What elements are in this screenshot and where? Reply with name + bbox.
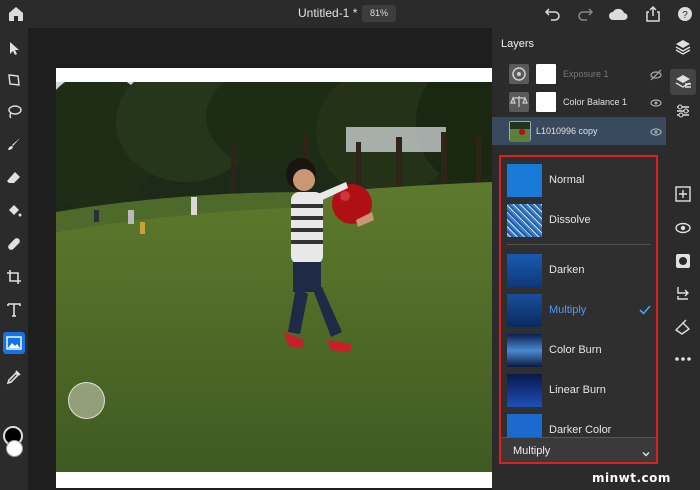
transform-icon[interactable] xyxy=(3,69,25,91)
blend-option-label: Darker Color xyxy=(549,424,612,436)
background-color-swatch[interactable] xyxy=(6,440,23,457)
blend-option-label: Linear Burn xyxy=(549,384,606,396)
blend-preview-thumbnail xyxy=(507,374,542,407)
share-icon[interactable] xyxy=(644,5,662,23)
watermark: minwt.com xyxy=(592,471,671,485)
photo-thumbnail xyxy=(509,121,531,142)
help-icon[interactable]: ? xyxy=(676,5,694,23)
blend-option-color-burn[interactable]: Color Burn xyxy=(501,331,656,369)
brush-cursor xyxy=(68,382,105,419)
blend-option-dissolve[interactable]: Dissolve xyxy=(501,201,656,239)
undo-icon[interactable] xyxy=(544,5,562,23)
blend-option-normal[interactable]: Normal xyxy=(501,161,656,199)
blend-option-label: Color Burn xyxy=(549,344,602,356)
layer-row-color-balance[interactable]: Color Balance 1 xyxy=(492,88,666,116)
checkmark-icon xyxy=(639,303,651,315)
eyedropper-icon[interactable] xyxy=(3,366,25,388)
home-icon[interactable] xyxy=(6,4,26,24)
blend-mode-menu: Normal Dissolve Darken Multiply Color Bu… xyxy=(499,155,658,463)
fill-icon[interactable] xyxy=(674,318,692,336)
blend-option-multiply[interactable]: Multiply xyxy=(501,291,656,329)
layer-row-exposure[interactable]: Exposure 1 xyxy=(492,60,666,88)
visibility-icon[interactable] xyxy=(650,96,662,108)
blend-option-linear-burn[interactable]: Linear Burn xyxy=(501,371,656,409)
brush-icon[interactable] xyxy=(3,133,25,155)
paint-bucket-icon[interactable] xyxy=(3,200,25,222)
more-icon[interactable] xyxy=(674,350,692,368)
left-toolbar xyxy=(0,28,28,490)
canvas-photo[interactable] xyxy=(56,82,492,472)
blend-preview-thumbnail xyxy=(507,204,542,237)
visibility-icon[interactable] xyxy=(650,125,662,137)
blend-preview-thumbnail xyxy=(507,164,542,197)
blend-option-label: Normal xyxy=(549,174,585,186)
layer-properties-icon[interactable] xyxy=(670,69,696,95)
add-layer-icon[interactable] xyxy=(674,185,692,203)
layer-mask-thumbnail xyxy=(536,64,556,84)
visibility-icon[interactable] xyxy=(674,219,692,237)
place-image-icon[interactable] xyxy=(3,332,25,354)
blend-preview-thumbnail xyxy=(507,294,542,327)
visibility-hidden-icon[interactable] xyxy=(650,68,662,81)
exposure-icon xyxy=(509,64,529,84)
layers-icon[interactable] xyxy=(674,38,692,56)
type-icon[interactable] xyxy=(3,299,25,321)
chevron-down-icon xyxy=(641,446,651,457)
top-bar: Untitled-1 * 81% ? xyxy=(0,0,700,28)
zoom-level[interactable]: 81% xyxy=(362,5,396,22)
crop-icon[interactable] xyxy=(3,266,25,288)
layer-mask-thumbnail xyxy=(536,92,556,112)
menu-divider xyxy=(507,244,650,245)
redo-icon[interactable] xyxy=(576,5,594,23)
mask-icon[interactable] xyxy=(674,252,692,270)
blend-preview-thumbnail xyxy=(507,254,542,287)
layer-name: Color Balance 1 xyxy=(563,97,628,107)
document-title[interactable]: Untitled-1 * xyxy=(298,6,357,20)
healing-brush-icon[interactable] xyxy=(3,233,25,255)
right-rail xyxy=(666,28,700,490)
layers-panel-title: Layers xyxy=(501,38,535,50)
cloud-icon[interactable] xyxy=(607,5,629,23)
adjustments-icon[interactable] xyxy=(674,102,692,120)
lasso-icon[interactable] xyxy=(3,101,25,123)
layer-row-photo[interactable]: L1010996 copy xyxy=(492,117,666,145)
blend-option-label: Darken xyxy=(549,264,585,276)
blend-mode-dropdown[interactable]: Multiply xyxy=(499,437,658,464)
layer-name: L1010996 copy xyxy=(536,126,598,136)
blend-option-label: Dissolve xyxy=(549,214,591,226)
svg-text:?: ? xyxy=(682,10,688,21)
blend-option-darken[interactable]: Darken xyxy=(501,251,656,289)
layer-name: Exposure 1 xyxy=(563,69,609,79)
clip-icon[interactable] xyxy=(674,284,692,302)
eraser-icon[interactable] xyxy=(3,167,25,189)
move-icon[interactable] xyxy=(3,37,25,59)
blend-preview-thumbnail xyxy=(507,334,542,367)
blend-option-label: Multiply xyxy=(549,304,587,316)
blend-mode-selected-label: Multiply xyxy=(513,445,551,457)
color-balance-icon xyxy=(509,92,529,112)
